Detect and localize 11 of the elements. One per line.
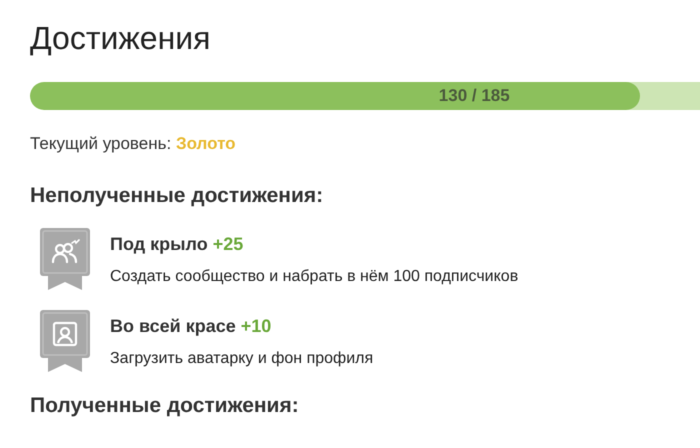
page-title: Достижения [30, 19, 212, 58]
current-level: Текущий уровень: Золото [30, 133, 237, 155]
section-heading: Полученные достижения: [30, 393, 300, 419]
section-heading: Неполученные достижения: [30, 183, 324, 209]
badge-icon [40, 228, 90, 290]
badge-icon [40, 310, 90, 372]
achievement-description: Создать сообщество и набрать в нём 100 подписчиков [110, 267, 518, 287]
achievement-description: Загрузить аватарку и фон профиля [110, 349, 374, 369]
achievement-title: Во всей красе +10 [110, 315, 272, 338]
progress-reading: 130 / 185 [438, 85, 510, 108]
achievement-title: Под крыло +25 [110, 233, 244, 256]
